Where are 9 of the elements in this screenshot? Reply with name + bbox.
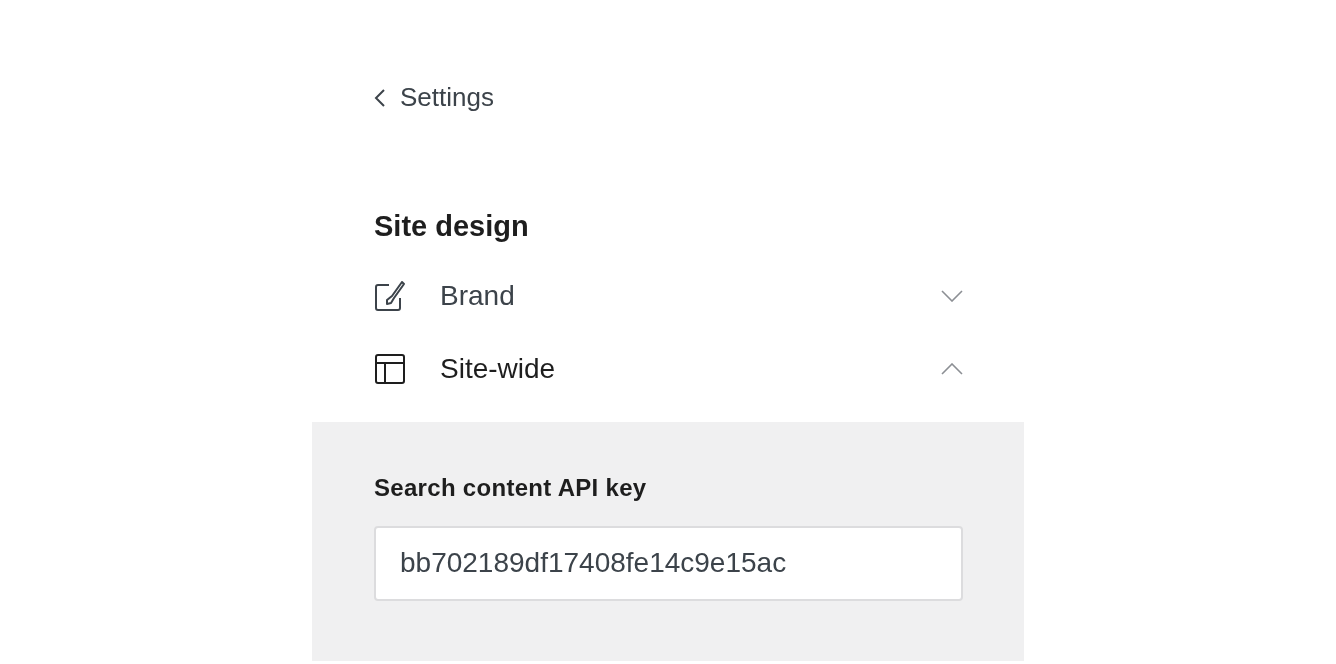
section-title: Site design [374, 209, 530, 244]
back-icon [374, 87, 386, 108]
accordion-item[interactable]: Brand [374, 259, 963, 333]
brush-icon [374, 280, 406, 313]
back-link[interactable]: Settings [374, 78, 494, 117]
field-label: Search content API key [374, 472, 648, 503]
accordion-item[interactable]: Site-wide [374, 332, 963, 406]
layout-icon [374, 353, 406, 386]
api-key-field[interactable]: bb702189df17408fe14c9e15ac [374, 525, 963, 601]
